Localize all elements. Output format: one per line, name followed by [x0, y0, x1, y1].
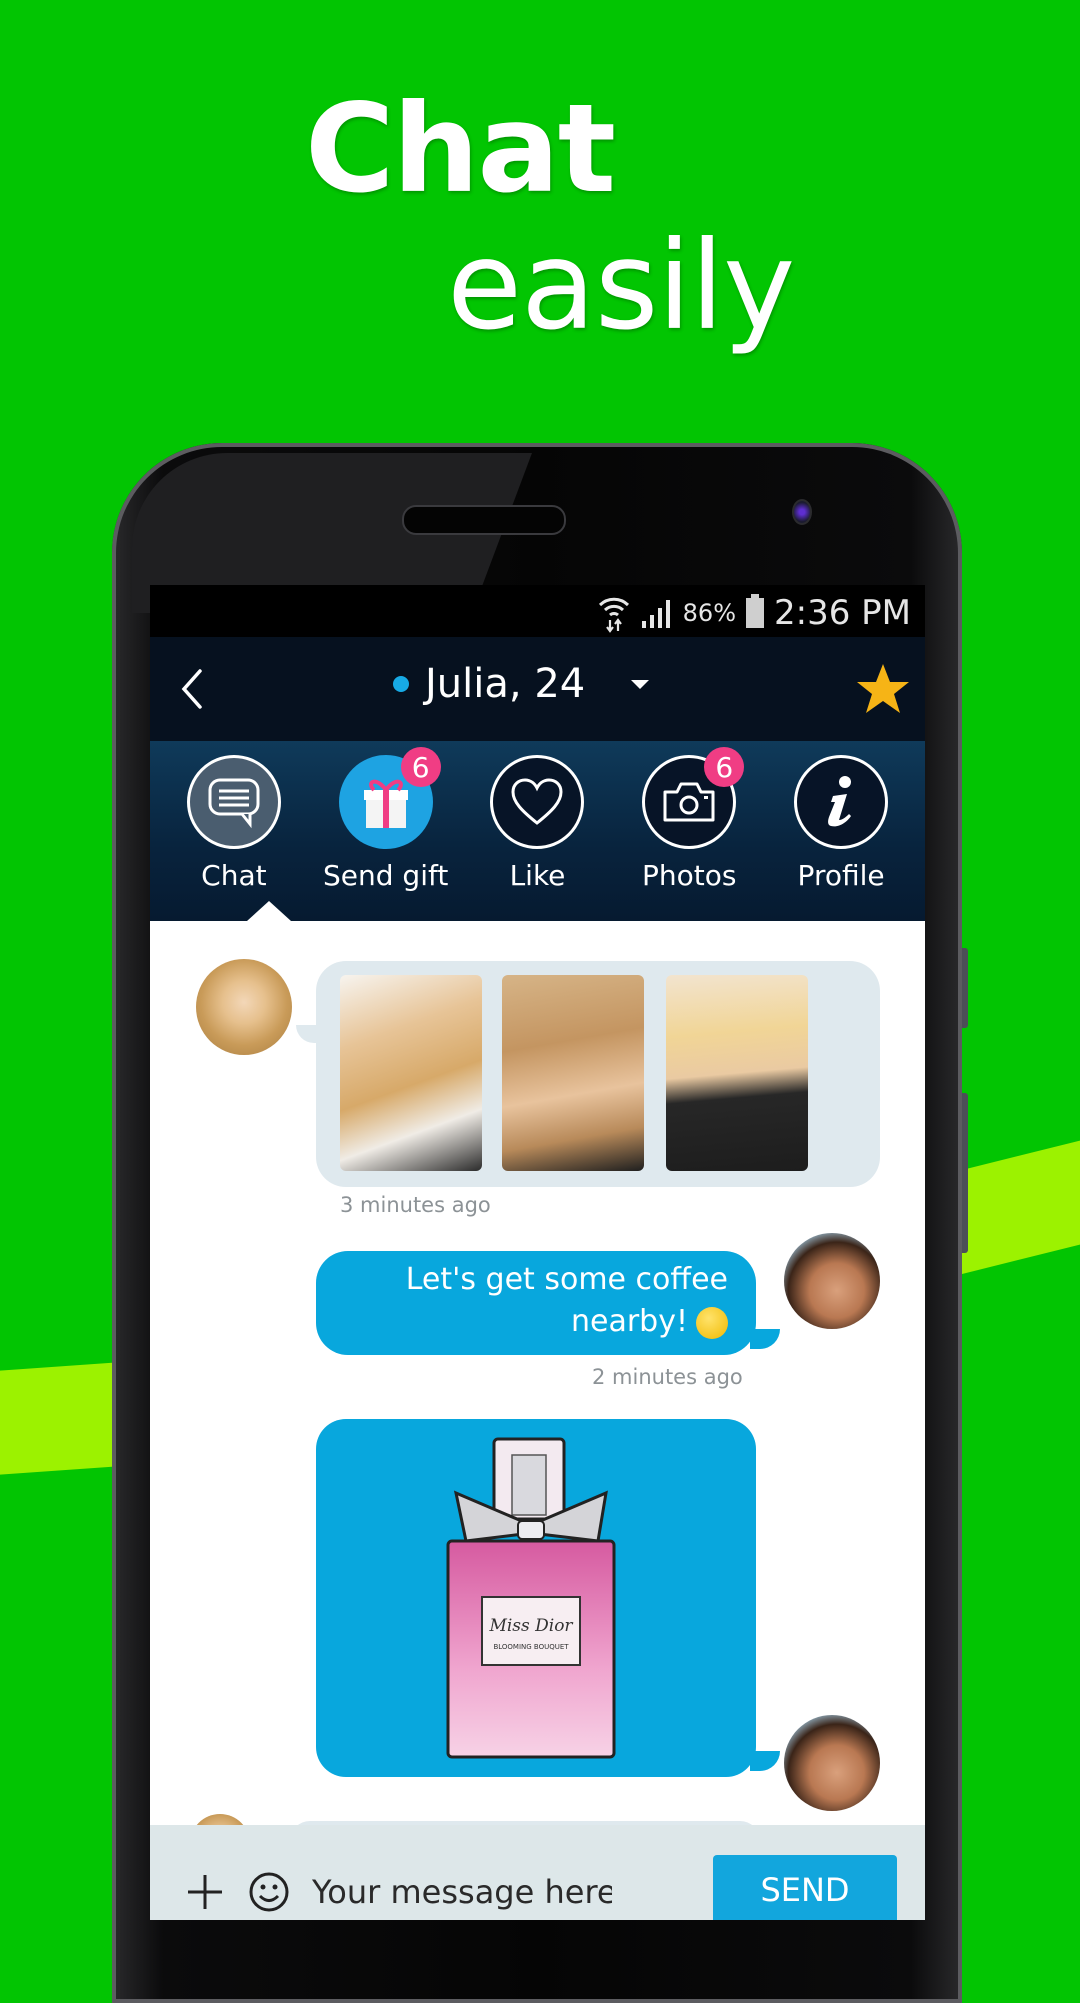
promo-headline-light: easily	[447, 215, 795, 357]
phone-speaker	[402, 505, 566, 535]
user-avatar[interactable]	[784, 1233, 880, 1329]
tab-photos[interactable]: 6 Photos	[624, 741, 754, 921]
outgoing-text-message: Let's get some coffee nearby!	[316, 1251, 780, 1355]
chat-header: Julia, 24	[150, 637, 925, 741]
tab-chat[interactable]: Chat	[169, 741, 299, 921]
tab-like[interactable]: Like	[472, 741, 602, 921]
signal-icon	[641, 600, 670, 628]
contact-selector[interactable]: Julia, 24	[393, 661, 650, 707]
front-camera	[792, 499, 812, 525]
tab-profile[interactable]: Profile	[776, 741, 906, 921]
tab-label: Send gift	[323, 859, 449, 892]
battery-icon	[746, 594, 764, 628]
tab-label: Profile	[797, 859, 885, 892]
winking-face-emoji-icon	[696, 1306, 728, 1339]
send-button[interactable]: SEND	[713, 1855, 897, 1920]
tab-chat-circle	[186, 755, 281, 849]
shared-photo[interactable]	[340, 975, 482, 1171]
tab-profile-circle	[794, 755, 889, 849]
promo-headline-bold: Chat	[305, 78, 616, 220]
message-timestamp: 3 minutes ago	[340, 1193, 491, 1217]
action-tabs: Chat 6 Send gift Like 6 Photos Profile	[150, 741, 925, 921]
emoji-icon[interactable]	[248, 1871, 290, 1913]
wifi-icon	[598, 597, 629, 633]
volume-button	[962, 948, 968, 1028]
chat-bubble-icon	[208, 778, 260, 829]
contact-name: Julia, 24	[425, 661, 586, 707]
tab-send-gift[interactable]: 6 Send gift	[321, 741, 451, 921]
shared-photo[interactable]	[502, 975, 644, 1171]
message-composer: SEND	[150, 1825, 925, 1920]
message-text-line: Let's get some coffee	[405, 1262, 728, 1297]
tab-label: Chat	[201, 859, 267, 892]
camera-icon	[663, 782, 715, 822]
info-icon	[828, 776, 852, 827]
heart-icon	[511, 778, 563, 825]
photos-count-badge: 6	[704, 747, 745, 787]
tab-like-circle	[490, 755, 585, 849]
message-timestamp: 2 minutes ago	[592, 1365, 743, 1389]
gift-label: Miss Dior	[488, 1616, 573, 1636]
gift-sublabel: BLOOMING BOUQUET	[493, 1643, 569, 1651]
message-text-line: nearby!	[570, 1304, 688, 1339]
tab-label: Like	[509, 859, 566, 892]
shared-photo[interactable]	[666, 975, 808, 1171]
user-avatar[interactable]	[784, 1715, 880, 1811]
battery-percent: 86%	[682, 599, 736, 627]
caret-down-icon	[631, 679, 650, 689]
star-icon[interactable]	[855, 661, 911, 717]
plus-icon[interactable]	[186, 1873, 224, 1911]
contact-avatar[interactable]	[196, 959, 292, 1055]
gift-count-badge: 6	[400, 747, 441, 787]
message-input[interactable]	[312, 1869, 612, 1915]
active-tab-indicator	[246, 901, 291, 921]
perfume-gift-icon: Miss Dior BLOOMING BOUQUET	[446, 1437, 616, 1759]
clock: 2:36 PM	[774, 593, 911, 633]
phone-screen: 86% 2:36 PM Julia, 24 Chat 6 Send gift L…	[150, 585, 925, 1920]
incoming-photo-message	[296, 961, 880, 1187]
online-status-dot	[393, 676, 409, 692]
message-list[interactable]: 3 minutes ago Let's get some coffee near…	[150, 921, 925, 1874]
outgoing-gift-message[interactable]: Miss Dior BLOOMING BOUQUET	[316, 1419, 780, 1777]
tab-label: Photos	[642, 859, 737, 892]
power-button	[962, 1093, 968, 1253]
status-bar: 86% 2:36 PM	[150, 585, 925, 637]
chevron-left-icon[interactable]	[174, 665, 214, 713]
